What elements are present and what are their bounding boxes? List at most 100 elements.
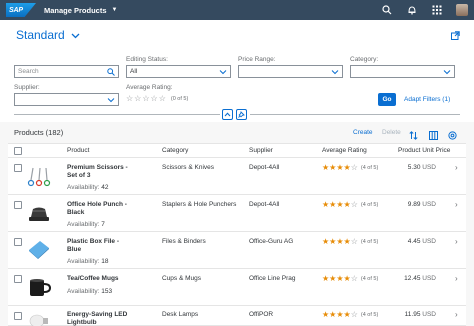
- row-navigation-chevron-icon[interactable]: ›: [455, 310, 458, 319]
- supplier-cell: Office-Guru AG: [249, 238, 294, 245]
- user-avatar[interactable]: [456, 4, 468, 16]
- star-filled-icon: ★: [343, 200, 351, 209]
- select-all-checkbox[interactable]: [14, 147, 22, 155]
- collapse-filters-button[interactable]: [222, 109, 233, 120]
- star-empty-icon: ☆: [350, 274, 358, 283]
- chevron-down-icon: [71, 26, 80, 44]
- notifications-icon[interactable]: [406, 4, 418, 16]
- search-placeholder: Search: [18, 68, 39, 75]
- sap-logo[interactable]: SAP: [6, 3, 36, 17]
- availability: Availability: 7: [67, 221, 105, 228]
- star-filled-icon: ★: [329, 200, 337, 209]
- star-empty-icon: ☆: [350, 237, 358, 246]
- category-cell: Scissors & Knives: [162, 164, 215, 171]
- supplier-select[interactable]: [14, 93, 119, 106]
- star-filled-icon: ★: [336, 200, 344, 209]
- category-cell: Files & Binders: [162, 238, 206, 245]
- rating-text: (4 of 5): [360, 165, 379, 171]
- row-checkbox[interactable]: [14, 275, 22, 283]
- star-filled-icon: ★: [329, 163, 337, 172]
- rating-text: (4 of 5): [360, 276, 379, 282]
- search-icon[interactable]: [381, 4, 393, 16]
- rating-stars: ★ ★ ★ ★ ☆ (4 of 5): [322, 238, 378, 246]
- column-header-unit-price[interactable]: Product Unit Price: [398, 147, 450, 154]
- rating-stars: ★ ★ ★ ★ ☆ (4 of 5): [322, 164, 378, 172]
- adapt-filters-link[interactable]: Adapt Filters (1): [404, 96, 450, 103]
- logo-text: SAP: [9, 6, 23, 14]
- product-name[interactable]: Premium Scissors - Set of 3: [67, 164, 132, 180]
- rating-text: (4 of 5): [360, 239, 379, 245]
- row-navigation-chevron-icon[interactable]: ›: [455, 200, 458, 209]
- category-select[interactable]: [350, 65, 455, 78]
- unit-price: 11.95 USD: [404, 311, 436, 318]
- variant-selector[interactable]: Standard: [16, 26, 80, 44]
- grid-icon[interactable]: [431, 4, 443, 16]
- pin-filters-button[interactable]: [236, 109, 247, 120]
- create-button[interactable]: Create: [353, 129, 373, 136]
- product-name[interactable]: Plastic Box File - Blue: [67, 238, 132, 254]
- search-icon[interactable]: [107, 68, 115, 78]
- row-navigation-chevron-icon[interactable]: ›: [455, 163, 458, 172]
- editing-status-select[interactable]: All: [126, 65, 231, 78]
- chevron-down-icon: [331, 68, 339, 78]
- product-image-hole-punch: [27, 202, 51, 224]
- product-image-mug: [27, 276, 52, 298]
- unit-price: 9.89 USD: [407, 201, 436, 208]
- average-rating-filter[interactable]: ☆ ☆ ☆ ☆ ☆ (0 of 5): [126, 95, 188, 103]
- availability: Availability: 42: [67, 184, 109, 191]
- category-cell: Cups & Mugs: [162, 275, 202, 282]
- go-button[interactable]: Go: [378, 93, 396, 106]
- product-name[interactable]: Office Hole Punch - Black: [67, 201, 132, 217]
- unit-price: 4.45 USD: [407, 238, 436, 245]
- rating-stars: ★ ★ ★ ★ ☆ (4 of 5): [322, 201, 378, 209]
- star-filled-icon: ★: [322, 163, 330, 172]
- column-header-product[interactable]: Product: [67, 147, 89, 154]
- chevron-down-icon: [219, 68, 227, 78]
- category-cell: Desk Lamps: [162, 311, 199, 318]
- supplier-label: Supplier:: [14, 84, 40, 91]
- chevron-down-icon[interactable]: ▼: [112, 7, 118, 13]
- column-header-category[interactable]: Category: [162, 147, 188, 154]
- product-image-box-file: [27, 238, 51, 260]
- row-checkbox[interactable]: [14, 238, 22, 246]
- supplier-cell: OffiPOR: [249, 311, 274, 318]
- rating-text: (4 of 5): [360, 202, 379, 208]
- star-empty-icon[interactable]: ☆: [134, 95, 141, 103]
- star-filled-icon: ★: [336, 310, 344, 319]
- row-checkbox[interactable]: [14, 312, 22, 320]
- app-title[interactable]: Manage Products: [44, 6, 107, 15]
- row-checkbox[interactable]: [14, 164, 22, 172]
- category-cell: Staplers & Hole Punchers: [162, 201, 237, 208]
- column-header-supplier[interactable]: Supplier: [249, 147, 273, 154]
- share-icon[interactable]: [451, 27, 460, 45]
- row-checkbox[interactable]: [14, 201, 22, 209]
- divider: [250, 114, 460, 115]
- row-navigation-chevron-icon[interactable]: ›: [455, 274, 458, 283]
- star-empty-icon[interactable]: ☆: [159, 95, 166, 103]
- rating-stars: ★ ★ ★ ★ ☆ (4 of 5): [322, 275, 378, 283]
- delete-button[interactable]: Delete: [382, 129, 401, 136]
- search-input[interactable]: Search: [14, 65, 119, 78]
- shell-bar: SAP Manage Products ▼: [0, 0, 474, 20]
- chevron-down-icon: [443, 68, 451, 78]
- star-filled-icon: ★: [336, 274, 344, 283]
- product-image-scissors: [27, 166, 51, 188]
- row-navigation-chevron-icon[interactable]: ›: [455, 237, 458, 246]
- unit-price: 5.30 USD: [407, 164, 436, 171]
- product-name[interactable]: Energy-Saving LED Lightbulb: [67, 311, 132, 326]
- price-range-select[interactable]: [238, 65, 343, 78]
- star-empty-icon[interactable]: ☆: [151, 95, 158, 103]
- star-empty-icon[interactable]: ☆: [142, 95, 149, 103]
- star-empty-icon: ☆: [350, 200, 358, 209]
- star-filled-icon: ★: [322, 200, 330, 209]
- table-title: Products (182): [14, 128, 64, 137]
- supplier-cell: Depot-4All: [249, 164, 280, 171]
- product-name[interactable]: Tea/Coffee Mugs: [67, 275, 132, 283]
- star-empty-icon[interactable]: ☆: [126, 95, 133, 103]
- star-empty-icon: ☆: [350, 310, 358, 319]
- star-filled-icon: ★: [336, 237, 344, 246]
- editing-status-label: Editing Status:: [126, 56, 168, 63]
- star-filled-icon: ★: [329, 310, 337, 319]
- column-header-average-rating[interactable]: Average Rating: [322, 147, 367, 154]
- availability: Availability: 18: [67, 258, 109, 265]
